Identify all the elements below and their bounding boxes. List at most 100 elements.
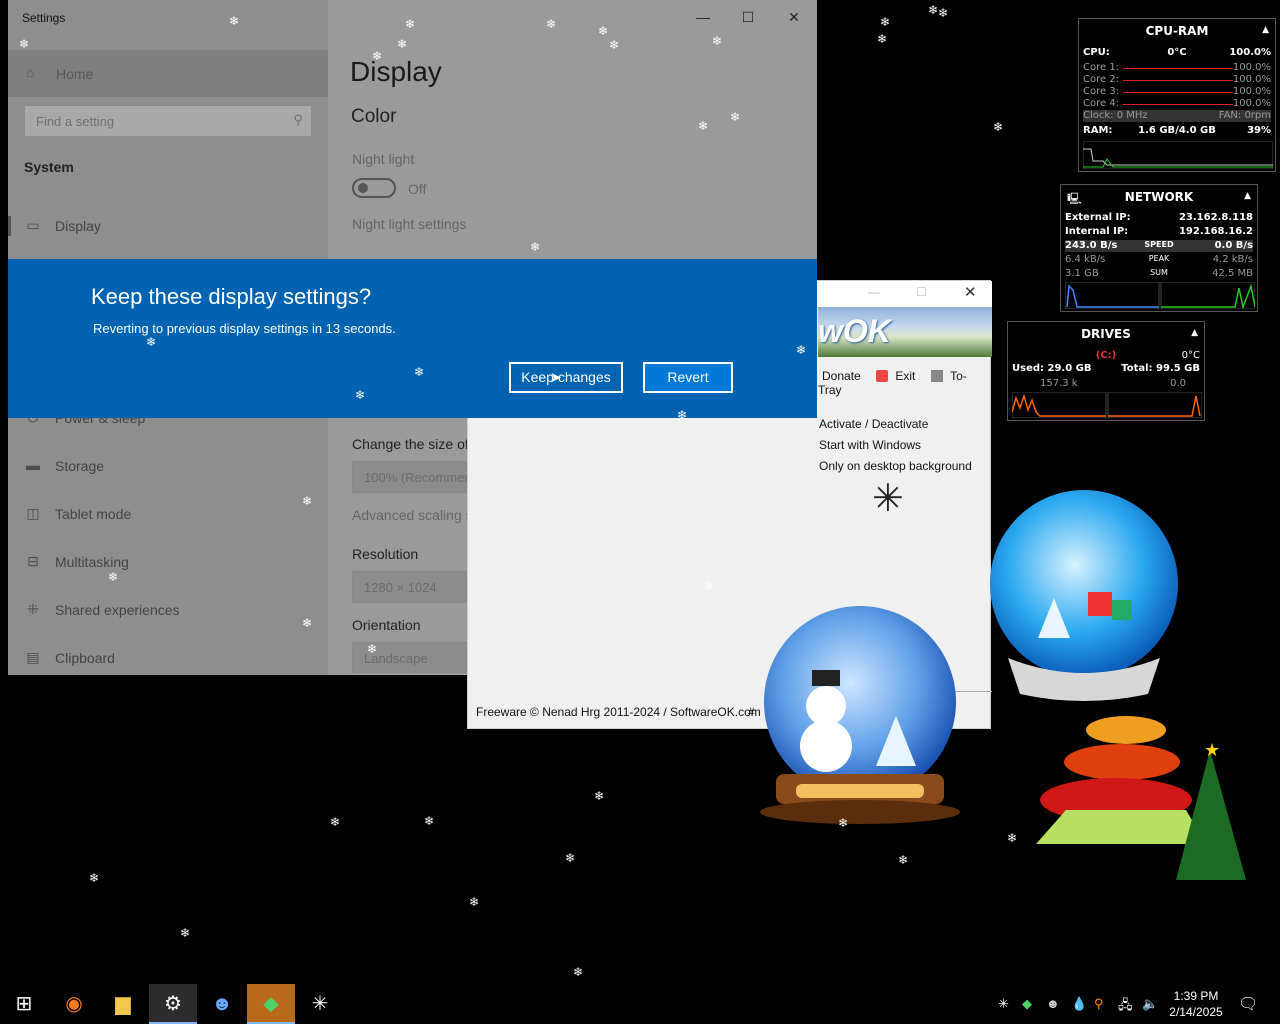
system-clock[interactable]: 1:39 PM 2/14/2025: [1166, 988, 1226, 1020]
keep-settings-dialog: Keep these display settings? Reverting t…: [8, 259, 817, 418]
peak-row: 6.4 kB/s PEAK 4.2 kB/s: [1065, 254, 1253, 265]
tablet-icon: ◫: [26, 505, 40, 521]
sidebar-item-label: Multitasking: [55, 554, 129, 570]
night-light-label: Night light: [352, 151, 415, 167]
snowman-globe-decoration: [760, 606, 960, 824]
clock-date: 2/14/2025: [1169, 1005, 1223, 1019]
softwareok-menu: Donate Exit To-Tray: [818, 369, 990, 397]
app-tray-icon[interactable]: ◆: [1022, 996, 1032, 1012]
page-title: Display: [350, 56, 442, 87]
notification-icon[interactable]: 🗨: [1238, 994, 1258, 1014]
network-tray-icon[interactable]: 🖧: [1118, 996, 1133, 1018]
sidebar-item-label: Tablet mode: [55, 506, 132, 522]
maximize-icon[interactable]: ☐: [916, 285, 927, 299]
collapse-icon[interactable]: ▲: [1244, 191, 1251, 201]
sidebar-item-storage[interactable]: ▬ Storage: [8, 446, 328, 486]
revert-button[interactable]: Revert: [643, 362, 733, 393]
sidebar-item-label: Clipboard: [55, 650, 115, 666]
sidebar-item-label: Storage: [55, 458, 105, 474]
window-title: Settings: [22, 11, 66, 25]
sidebar-item-label: Shared experiences: [55, 602, 180, 618]
sidebar-item-tablet[interactable]: ◫ Tablet mode: [8, 494, 328, 534]
core-row: Core 2: 100.0%: [1083, 74, 1271, 85]
close-button[interactable]: ✕: [771, 6, 817, 30]
minimize-button[interactable]: —: [680, 6, 726, 30]
keep-changes-button[interactable]: Keep changes: [509, 362, 623, 393]
people-icon[interactable]: ☻: [198, 984, 246, 1024]
sidebar-home-label: Home: [56, 66, 94, 82]
minimize-icon[interactable]: —: [868, 285, 880, 299]
exit-button[interactable]: Exit: [895, 369, 915, 383]
drive-usage-row: Used: 29.0 GB Total: 99.5 GB: [1012, 363, 1200, 374]
settings-icon[interactable]: ⚙: [149, 984, 197, 1024]
night-light-toggle[interactable]: [352, 178, 396, 198]
firefox-icon[interactable]: ◉: [50, 984, 98, 1024]
softwareok-icon[interactable]: ◆: [247, 984, 295, 1024]
search-icon: ⚲: [293, 112, 303, 127]
dialog-message: Reverting to previous display settings i…: [93, 321, 396, 336]
core-row: Core 4: 100.0%: [1083, 98, 1271, 109]
drive-graph: [1012, 392, 1202, 418]
network-gadget: 🖳 NETWORK ▲ External IP: 23.162.8.118 Int…: [1060, 184, 1258, 312]
collapse-icon[interactable]: ▲: [1191, 328, 1198, 338]
drop-tray-icon[interactable]: 💧: [1071, 996, 1087, 1012]
sidebar-home[interactable]: ⌂ Home: [8, 50, 328, 97]
christmas-tree-decoration: ★: [1036, 716, 1246, 880]
snowflake-icon: ✳: [872, 478, 904, 520]
storage-icon: ▬: [26, 457, 40, 473]
section-title-color: Color: [351, 106, 397, 127]
option-activate[interactable]: Activate / Deactivate: [819, 417, 928, 431]
snowflake-icon[interactable]: ✳: [296, 984, 344, 1024]
footer-text: Freeware © Nenad Hrg 2011-2024 / Softwar…: [476, 705, 761, 719]
network-graph: [1065, 282, 1255, 309]
snowflake-tray-icon[interactable]: ✳: [998, 996, 1009, 1012]
close-icon[interactable]: ✕: [964, 283, 977, 301]
volume-icon[interactable]: 🔈: [1142, 996, 1158, 1012]
resolution-label: Resolution: [352, 546, 419, 562]
core-row: Core 3: 100.0%: [1083, 86, 1271, 97]
drives-gadget: DRIVES ▲ (C:) 0°C Used: 29.0 GB Total: 99.…: [1007, 321, 1205, 421]
ram-graph: [1083, 141, 1273, 169]
shared-icon: ⁜: [27, 601, 39, 617]
night-light-settings-link[interactable]: Night light settings: [352, 216, 466, 232]
sidebar-item-shared[interactable]: ⁜ Shared experiences: [8, 590, 328, 630]
maximize-button[interactable]: ☐: [725, 6, 771, 30]
footer-hash: #: [748, 705, 755, 719]
network-icon: 🖳: [1067, 192, 1082, 205]
dialog-title: Keep these display settings?: [91, 284, 372, 309]
sidebar-item-multitasking[interactable]: ⊟ Multitasking: [8, 542, 328, 582]
sidebar-item-clipboard[interactable]: ▤ Clipboard: [8, 638, 328, 678]
sum-row: 3.1 GB SUM 42.5 MB: [1065, 268, 1253, 279]
option-desktop-background[interactable]: Only on desktop background: [819, 459, 972, 473]
people-tray-icon[interactable]: ☻: [1046, 996, 1060, 1011]
donate-button[interactable]: Donate: [822, 369, 861, 383]
clipboard-icon: ▤: [26, 649, 40, 665]
cpu-row: CPU: 0°C 100.0%: [1083, 47, 1271, 58]
night-light-state: Off: [408, 181, 427, 197]
orientation-label: Orientation: [352, 617, 421, 633]
sidebar-item-label: Display: [55, 218, 101, 234]
search-input[interactable]: Find a setting ⚲: [24, 105, 312, 137]
gadget-title: DRIVES: [1081, 327, 1131, 341]
sidebar-item-display[interactable]: ▭ Display: [8, 206, 328, 246]
home-icon: ⌂: [26, 64, 35, 80]
gadget-title: CPU-RAM: [1145, 24, 1209, 38]
search-placeholder: Find a setting: [36, 114, 115, 129]
clock-time: 1:39 PM: [1173, 989, 1219, 1003]
start-icon[interactable]: ⊞: [0, 984, 48, 1024]
tray-icon: [930, 370, 943, 382]
file-explorer-icon[interactable]: ▆: [99, 984, 147, 1024]
option-start-with-windows[interactable]: Start with Windows: [819, 438, 921, 452]
mouse-cursor-icon: ➤: [550, 369, 562, 385]
banner-text: wOK: [818, 313, 891, 349]
taskbar: ⊞ ◉ ▆ ⚙ ☻ ◆ ✳ ✳ ◆ ☻ 💧 ⚲ 🖧 🔈 1:39 PM 2/14…: [0, 984, 1280, 1024]
collapse-icon[interactable]: ▲: [1262, 25, 1269, 35]
drive-io-row: 157.3 k 0.0: [1040, 378, 1186, 389]
sidebar-section-title: System: [24, 159, 74, 175]
softwareok-titlebar: — ☐ ✕: [818, 281, 992, 307]
search-tray-icon[interactable]: ⚲: [1094, 996, 1104, 1012]
drive-row: (C:) 0°C: [1095, 350, 1200, 361]
softwareok-banner: wOK: [818, 307, 992, 357]
monitor-icon: ▭: [26, 217, 40, 233]
external-ip-row: External IP: 23.162.8.118: [1065, 212, 1253, 223]
